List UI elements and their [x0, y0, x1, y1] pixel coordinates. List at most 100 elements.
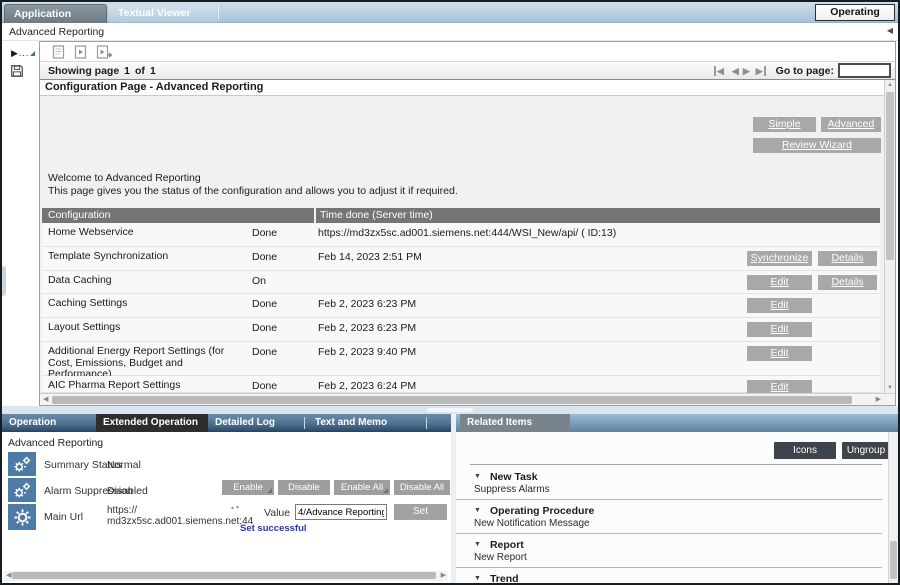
export-report-icon[interactable] — [52, 45, 65, 59]
disable-button[interactable]: Disable — [278, 480, 330, 495]
related-item[interactable]: Suppress Alarms — [470, 484, 882, 497]
related-items-vertical-scrollbar[interactable] — [888, 432, 898, 583]
top-tab-bar: Application Viewer Textual Viewer Operat… — [2, 2, 898, 23]
save-icon[interactable] — [10, 64, 24, 78]
table-row: Caching Settings Done Feb 2, 2023 6:23 P… — [42, 294, 880, 318]
group-header[interactable]: ▼ New Task — [470, 469, 882, 484]
config-time: Feb 2, 2023 9:40 PM — [318, 346, 416, 358]
value-spinner[interactable]: ▲▼ — [230, 506, 238, 511]
tab-related-items[interactable]: Related Items — [460, 414, 570, 432]
scrollbar-thumb[interactable] — [12, 572, 436, 579]
config-status: Done — [252, 380, 277, 392]
panel-collapse-handle[interactable] — [2, 266, 6, 296]
review-wizard-button[interactable]: Review Wizard — [753, 138, 881, 153]
first-page-icon[interactable]: ◀ — [714, 66, 724, 76]
breadcrumb-row: Advanced Reporting ◀ — [2, 23, 898, 41]
scroll-right-icon[interactable]: ▶ — [876, 395, 881, 403]
group-header[interactable]: ▼ Report — [470, 537, 882, 552]
disable-all-button[interactable]: Disable All — [394, 480, 450, 495]
horizontal-splitter[interactable] — [2, 406, 898, 414]
group-header[interactable]: ▼ Operating Procedure — [470, 503, 882, 518]
column-header-time-done: Time done (Server time) — [316, 208, 880, 223]
vertical-scrollbar[interactable]: ▲ ▼ — [884, 80, 895, 393]
collapse-triangle-icon[interactable]: ▼ — [474, 507, 481, 514]
simple-mode-button[interactable]: Simple — [753, 117, 816, 132]
edit-button[interactable]: Edit — [747, 346, 812, 361]
edit-button[interactable]: Edit — [747, 275, 812, 290]
collapse-triangle-icon[interactable]: ▼ — [474, 541, 481, 548]
tab-operation[interactable]: Operation — [2, 414, 96, 432]
collapse-triangle-icon[interactable]: ▼ — [474, 575, 481, 582]
gears-icon — [8, 452, 36, 476]
scroll-left-icon[interactable]: ◀ — [6, 571, 11, 579]
operation-tab-bar: Operation Extended Operation Detailed Lo… — [2, 414, 451, 432]
tab-text-and-memo[interactable]: Text and Memo — [308, 414, 403, 432]
group-header[interactable]: ▼ Trend — [470, 571, 882, 585]
group-title: Operating Procedure — [490, 505, 594, 517]
config-status: Done — [252, 298, 277, 310]
config-time: Feb 2, 2023 6:23 PM — [318, 298, 416, 310]
run-page-icon[interactable] — [74, 45, 87, 59]
run-report-icon[interactable]: ▶... — [11, 48, 35, 59]
tab-application-viewer[interactable]: Application Viewer — [4, 4, 107, 23]
operation-horizontal-scrollbar[interactable]: ◀ ▶ — [4, 571, 448, 581]
config-status: Done — [252, 227, 277, 239]
goto-page-input[interactable] — [838, 63, 891, 78]
scroll-left-icon[interactable]: ◀ — [43, 395, 48, 403]
splitter-handle[interactable] — [427, 408, 473, 412]
tab-textual-viewer[interactable]: Textual Viewer — [109, 4, 217, 23]
synchronize-button[interactable]: Synchronize — [747, 251, 812, 266]
config-time: Feb 2, 2023 6:23 PM — [318, 322, 416, 334]
ungroup-button[interactable]: Ungroup — [842, 442, 890, 459]
advanced-mode-button[interactable]: Advanced — [821, 117, 881, 132]
property-label: Main Url — [44, 511, 83, 523]
details-button[interactable]: Details — [818, 275, 877, 290]
tab-detailed-log[interactable]: Detailed Log — [208, 414, 303, 432]
property-value: Disabled — [107, 485, 148, 497]
set-button[interactable]: Set — [394, 504, 447, 520]
chevron-left-icon[interactable]: ◀ — [887, 26, 893, 35]
config-name: Home Webservice — [48, 227, 244, 239]
table-header: Configuration Time done (Server time) — [42, 208, 880, 223]
next-page-icon[interactable]: ▶ — [743, 66, 750, 76]
details-button[interactable]: Details — [818, 251, 877, 266]
value-label: Value — [264, 507, 290, 519]
config-time: Feb 14, 2023 2:51 PM — [318, 251, 422, 263]
icons-view-button[interactable]: Icons — [774, 442, 836, 459]
report-page-content: Configuration Page - Advanced Reporting … — [40, 80, 895, 393]
main-url-input[interactable] — [295, 504, 387, 520]
tab-extended-operation[interactable]: Extended Operation — [96, 414, 208, 432]
gears-icon — [8, 478, 36, 502]
scroll-down-icon[interactable]: ▼ — [885, 385, 895, 391]
property-row-main-url: Main Url https:// md3zx5sc.ad001.siemens… — [2, 504, 451, 538]
last-page-icon[interactable]: ▶ — [756, 66, 766, 76]
related-item[interactable]: New Notification Message — [470, 518, 882, 531]
scrollbar-thumb[interactable] — [52, 396, 852, 404]
config-time: https://md3zx5sc.ad001.siemens.net:444/W… — [318, 227, 616, 239]
report-side-toolbar: ▶... — [2, 41, 39, 406]
scroll-right-icon[interactable]: ▶ — [441, 571, 446, 579]
enable-button[interactable]: Enable — [222, 480, 274, 495]
report-viewer-panel: Showing page 1 of 1 ◀ ◀ ▶ ▶ Go to page: … — [39, 41, 896, 406]
edit-button[interactable]: Edit — [747, 380, 812, 393]
extended-operation-body: Advanced Reporting Summar — [2, 432, 451, 583]
enable-all-button[interactable]: Enable All — [334, 480, 390, 495]
scrollbar-thumb[interactable] — [886, 92, 894, 260]
property-row-summary-status: Summary Status Normal — [2, 452, 451, 478]
edit-button[interactable]: Edit — [747, 298, 812, 313]
collapse-triangle-icon[interactable]: ▼ — [474, 473, 481, 480]
edit-button[interactable]: Edit — [747, 322, 812, 337]
page-number: 1 — [124, 65, 130, 77]
scroll-up-icon[interactable]: ▲ — [885, 82, 895, 88]
horizontal-scrollbar[interactable]: ◀ ▶ — [40, 393, 895, 405]
configuration-table: Configuration Time done (Server time) Ho… — [42, 208, 880, 393]
previous-page-icon[interactable]: ◀ — [732, 66, 739, 76]
operating-mode-button[interactable]: Operating — [815, 4, 895, 21]
related-item[interactable]: New Report — [470, 552, 882, 565]
related-group: ▼ Operating Procedure New Notification M… — [470, 503, 882, 534]
column-header-configuration: Configuration — [42, 208, 314, 223]
main-url-value: https:// md3zx5sc.ad001.siemens.net:44 — [107, 505, 232, 527]
run-export-icon[interactable] — [96, 45, 113, 59]
table-row: Additional Energy Report Settings (for C… — [42, 342, 880, 376]
scrollbar-thumb[interactable] — [890, 541, 897, 579]
